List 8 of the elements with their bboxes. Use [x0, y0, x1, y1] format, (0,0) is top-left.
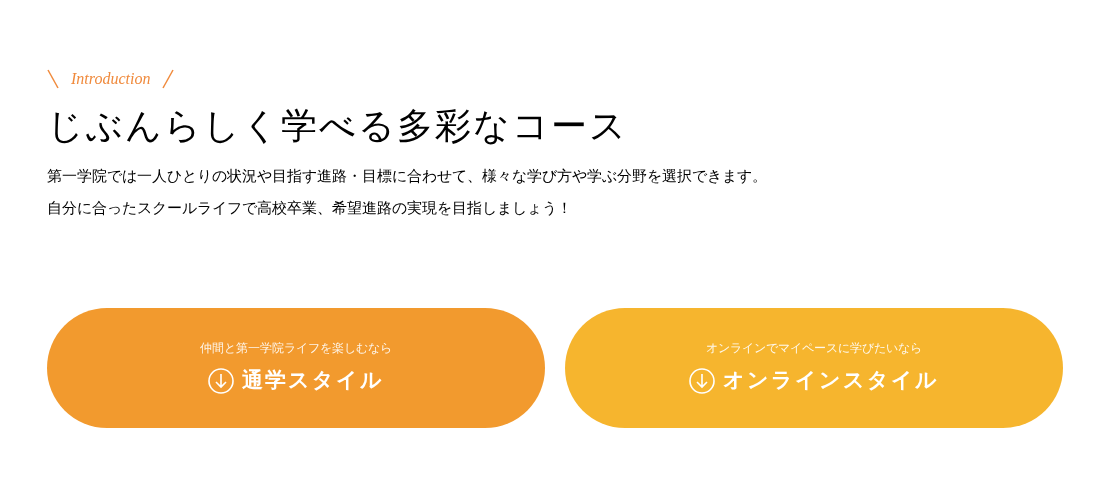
section-eyebrow: Introduction	[71, 69, 151, 89]
course-button[interactable]: 仲間と第一学院ライフを楽しむなら 通学スタイル	[47, 308, 545, 428]
slash-mark-icon	[162, 69, 175, 89]
course-button[interactable]: オンラインでマイペースに学びたいなら オンラインスタイル	[565, 308, 1063, 428]
section-heading: じぶんらしく学べる多彩なコース	[47, 104, 629, 148]
intro-text: 自分に合ったスクールライフで高校卒業、希望進路の実現を目指しましょう！	[47, 198, 573, 219]
intro-text: 第一学院では一人ひとりの状況や目指す進路・目標に合わせて、様々な学び方や学ぶ分野を選択できます。	[47, 166, 768, 187]
slash-mark-icon	[47, 69, 59, 89]
